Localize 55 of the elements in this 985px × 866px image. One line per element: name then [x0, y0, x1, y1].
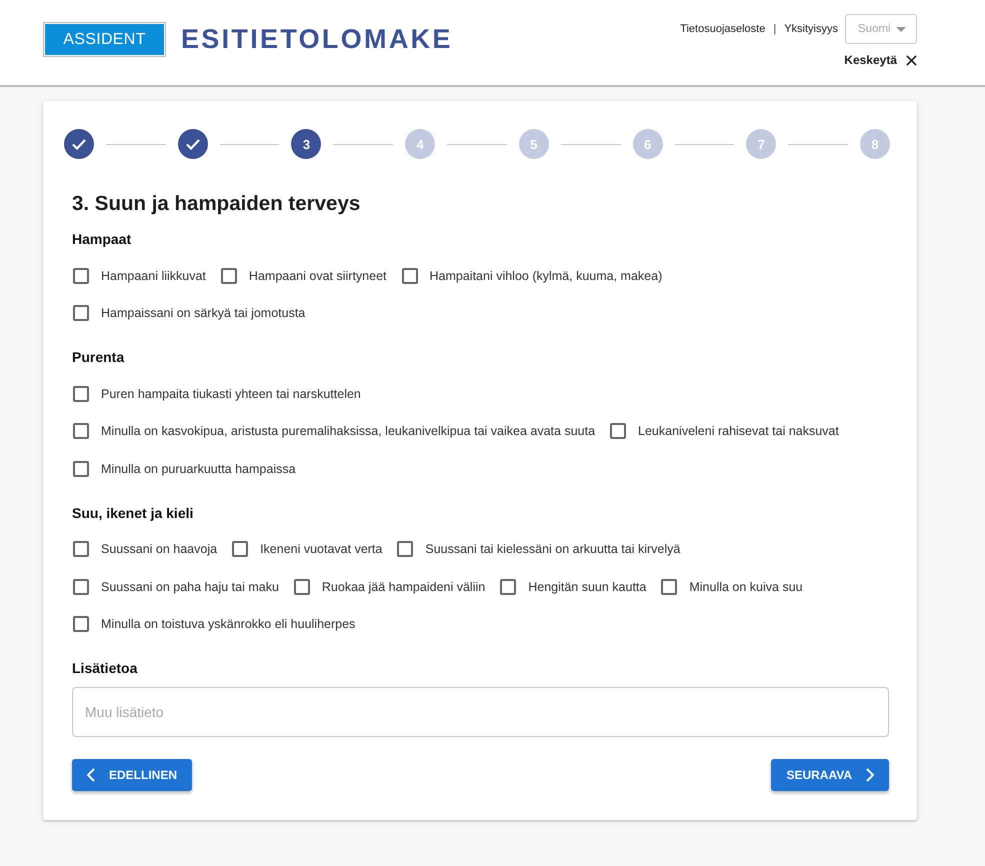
step-indicator[interactable]: [178, 129, 208, 159]
checkbox-label[interactable]: Minulla on kuiva suu: [689, 580, 803, 594]
step-indicator[interactable]: 3: [291, 129, 322, 159]
group-title: Purenta: [72, 348, 126, 366]
checkbox-label[interactable]: Minulla on kasvokipua, aristusta puremalihaksissa, leukanivelkipua tai vaikea avata suuta: [101, 424, 596, 438]
section-heading: 3. Suun ja hampaiden terveys: [72, 192, 362, 216]
checkbox-label[interactable]: Puren hampaita tiukasti yhteen tai narskuttelen: [101, 386, 361, 401]
checkbox[interactable]: [661, 578, 678, 595]
checkbox-label[interactable]: Minulla on puruarkuutta hampaissa: [101, 462, 296, 476]
check-icon: [186, 138, 200, 150]
previous-button[interactable]: EDELLINEN: [72, 759, 192, 791]
checkbox[interactable]: [73, 305, 89, 322]
caret-icon: [896, 26, 906, 32]
checkbox[interactable]: [232, 541, 248, 558]
checkbox[interactable]: [397, 541, 414, 558]
chevron-left-icon: [87, 768, 95, 782]
checkbox-label[interactable]: Ikeneni vuotavat verta: [260, 542, 382, 556]
group-title: Suu, ikenet ja kieli: [72, 504, 194, 522]
group-title: Hampaat: [72, 230, 132, 248]
checkbox[interactable]: [294, 578, 310, 595]
checkbox[interactable]: [73, 268, 89, 284]
checkbox-label[interactable]: Hampaani ovat siirtyneet: [248, 268, 386, 283]
form-title: ESITIETOLOMAKE: [181, 24, 453, 55]
checkbox[interactable]: [500, 578, 516, 595]
checkbox-label[interactable]: Ruokaa jää hampaideni väliin: [322, 580, 486, 594]
checkbox[interactable]: [610, 423, 626, 440]
cancel-button[interactable]: Keskeytä: [844, 53, 917, 67]
checkbox-label[interactable]: Suussani on haavoja: [101, 542, 218, 556]
checkbox[interactable]: [73, 460, 89, 477]
checkbox-label[interactable]: Hengitän suun kautta: [528, 580, 646, 594]
checkbox-label[interactable]: Minulla on toistuva yskänrokko eli huuliherpes: [101, 617, 356, 632]
chevron-right-icon: [866, 768, 874, 782]
notes-input[interactable]: Muu lisätieto: [72, 687, 889, 737]
privacy-link[interactable]: Yksityisyys: [784, 23, 838, 35]
checkbox[interactable]: [73, 423, 89, 440]
checkbox-label[interactable]: Hampaissani on särkyä tai jomotusta: [101, 306, 306, 320]
checkbox[interactable]: [73, 578, 89, 595]
privacy-policy-link[interactable]: Tietosuojaseloste: [680, 23, 766, 35]
logo: ASSIDENT: [43, 22, 166, 57]
close-icon: [906, 54, 917, 66]
next-button[interactable]: SEURAAVA: [771, 759, 889, 791]
step-indicator[interactable]: [64, 129, 94, 159]
notes-label: Lisätietoa: [72, 659, 138, 677]
checkbox-label[interactable]: Suussani tai kielessäni on arkuutta tai kirvelyä: [425, 542, 680, 556]
checkbox-label[interactable]: Hampaani liikkuvat: [101, 268, 206, 283]
link-separator: |: [773, 23, 776, 35]
checkbox[interactable]: [73, 541, 89, 558]
checkbox-label[interactable]: Hampaitani vihloo (kylmä, kuuma, makea): [430, 268, 662, 283]
checkbox[interactable]: [73, 616, 89, 632]
check-icon: [72, 138, 86, 150]
checkbox[interactable]: [402, 268, 418, 284]
checkbox[interactable]: [220, 268, 237, 284]
checkbox[interactable]: [73, 386, 89, 402]
checkbox-label[interactable]: Suussani on paha haju tai maku: [101, 580, 279, 594]
checkbox-label[interactable]: Leukaniveleni rahisevat tai naksuvat: [638, 424, 839, 438]
